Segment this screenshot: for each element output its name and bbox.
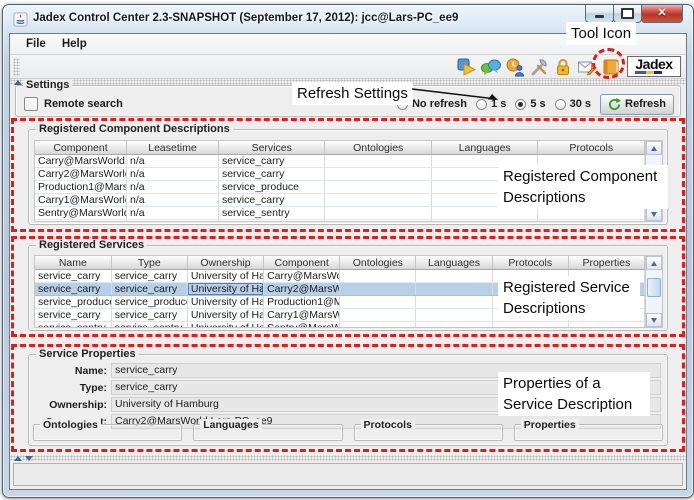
settings-title: Settings: [23, 79, 72, 92]
field-label: Name:: [35, 365, 107, 377]
column-header[interactable]: Languages: [431, 141, 538, 155]
maximize-icon: [621, 8, 634, 19]
radio-icon: [555, 99, 566, 110]
services-group-title: Registered Services: [36, 239, 147, 252]
subgroup-title: Protocols: [361, 419, 415, 431]
jadex-logo-stripes: [635, 71, 662, 74]
window-controls: ✕: [586, 5, 683, 23]
subgroup-ontologies: Ontologies: [33, 424, 182, 441]
window-title: Jadex Control Center 2.3-SNAPSHOT (Septe…: [33, 12, 458, 24]
menu-help[interactable]: Help: [54, 38, 95, 50]
field-label: Type:: [35, 382, 107, 394]
subgroup-properties: Properties: [514, 424, 663, 441]
scroll-up-icon: [651, 261, 657, 266]
column-header[interactable]: Component: [264, 256, 340, 270]
remote-search-label: Remote search: [44, 98, 123, 110]
service-properties-title: Service Properties: [36, 348, 139, 361]
scroll-down-icon: [651, 212, 657, 217]
screenshot-stage: Jadex Control Center 2.3-SNAPSHOT (Septe…: [0, 0, 694, 500]
collapse-up-icon[interactable]: [14, 80, 22, 85]
close-icon: ✕: [657, 8, 666, 19]
table-row[interactable]: Production2@MarsWo...n/aservice_produce: [35, 220, 645, 222]
security-icon[interactable]: [552, 56, 574, 78]
column-header[interactable]: Protocols: [538, 141, 645, 155]
table-row[interactable]: service_sentryservice_sentryUniversity o…: [35, 322, 645, 328]
column-header[interactable]: Languages: [416, 256, 492, 270]
collapse-down-icon[interactable]: [25, 456, 33, 461]
scroll-up-button[interactable]: [646, 141, 662, 155]
column-header[interactable]: Services: [218, 141, 325, 155]
scroll-down-icon: [651, 318, 657, 323]
sub-groups: Ontologies Languages Protocols Properties: [33, 424, 663, 441]
column-header[interactable]: Ontologies: [340, 256, 416, 270]
annotation-refresh-settings: Refresh Settings: [292, 82, 413, 105]
radio-label: 30 s: [570, 98, 591, 110]
subgroup-languages: Languages: [193, 424, 342, 441]
subgroup-protocols: Protocols: [354, 424, 503, 441]
annotation-arrow: [410, 84, 506, 104]
radio-30-s[interactable]: 30 s: [555, 98, 591, 110]
components-header-row: ComponentLeasetimeServicesOntologiesLang…: [35, 141, 645, 155]
annotation-component-descriptions: Registered Component Descriptions: [498, 165, 668, 209]
minimize-button[interactable]: [585, 5, 614, 23]
column-header[interactable]: Ownership: [187, 256, 263, 270]
awareness-icon[interactable]: [504, 56, 526, 78]
minimize-icon: [595, 15, 604, 18]
scroll-down-button[interactable]: [646, 313, 662, 327]
refresh-button[interactable]: Refresh: [600, 94, 674, 115]
services-header-row: NameTypeOwnershipComponentOntologiesLang…: [35, 256, 645, 270]
column-header[interactable]: Properties: [568, 256, 644, 270]
java-app-icon: [13, 12, 28, 27]
annotation-circle: [592, 48, 625, 79]
starter-icon[interactable]: [456, 56, 478, 78]
jadex-logo-text: Jadex: [635, 57, 672, 72]
refresh-button-label: Refresh: [625, 98, 666, 110]
annotation-properties-description: Properties of a Service Description: [498, 372, 650, 416]
column-header[interactable]: Ontologies: [325, 141, 432, 155]
column-header[interactable]: Protocols: [492, 256, 568, 270]
scroll-up-icon: [651, 146, 657, 151]
column-header[interactable]: Type: [111, 256, 187, 270]
close-button[interactable]: ✕: [641, 5, 683, 23]
radio-5-s[interactable]: 5 s: [515, 98, 545, 110]
scrollbar-thumb[interactable]: [647, 278, 661, 297]
subgroup-title: Ontologies: [40, 419, 101, 431]
scroll-down-button[interactable]: [646, 207, 662, 221]
column-header[interactable]: Component: [35, 141, 126, 155]
vertical-scrollbar[interactable]: [645, 256, 662, 327]
console-panel: [13, 463, 683, 486]
radio-icon: [515, 99, 526, 110]
column-header[interactable]: Name: [35, 256, 111, 270]
refresh-icon: [608, 98, 621, 111]
conversation-icon[interactable]: [480, 56, 502, 78]
scroll-up-button[interactable]: [646, 256, 662, 270]
app-window: Jadex Control Center 2.3-SNAPSHOT (Septe…: [2, 4, 694, 498]
split-divider-bottom[interactable]: [10, 455, 686, 461]
toolbar-drag-handle[interactable]: [13, 58, 20, 76]
subgroup-title: Languages: [200, 419, 261, 431]
components-group-title: Registered Component Descriptions: [36, 123, 233, 136]
remote-search-checkbox[interactable]: [24, 97, 38, 111]
menu-file[interactable]: File: [18, 38, 54, 50]
maximize-button[interactable]: [613, 5, 642, 23]
field-label: Ownership:: [35, 399, 107, 411]
subgroup-title: Properties: [521, 419, 579, 431]
wrench-icon[interactable]: [528, 56, 550, 78]
collapse-up-icon[interactable]: [14, 456, 22, 461]
column-header[interactable]: Leasetime: [126, 141, 218, 155]
radio-label: 5 s: [530, 98, 545, 110]
jadex-logo[interactable]: Jadex: [627, 56, 681, 77]
annotation-service-descriptions: Registered Service Descriptions: [498, 276, 640, 320]
toolbar: Jadex: [10, 55, 686, 79]
annotation-tool-icon: Tool Icon: [566, 22, 636, 45]
